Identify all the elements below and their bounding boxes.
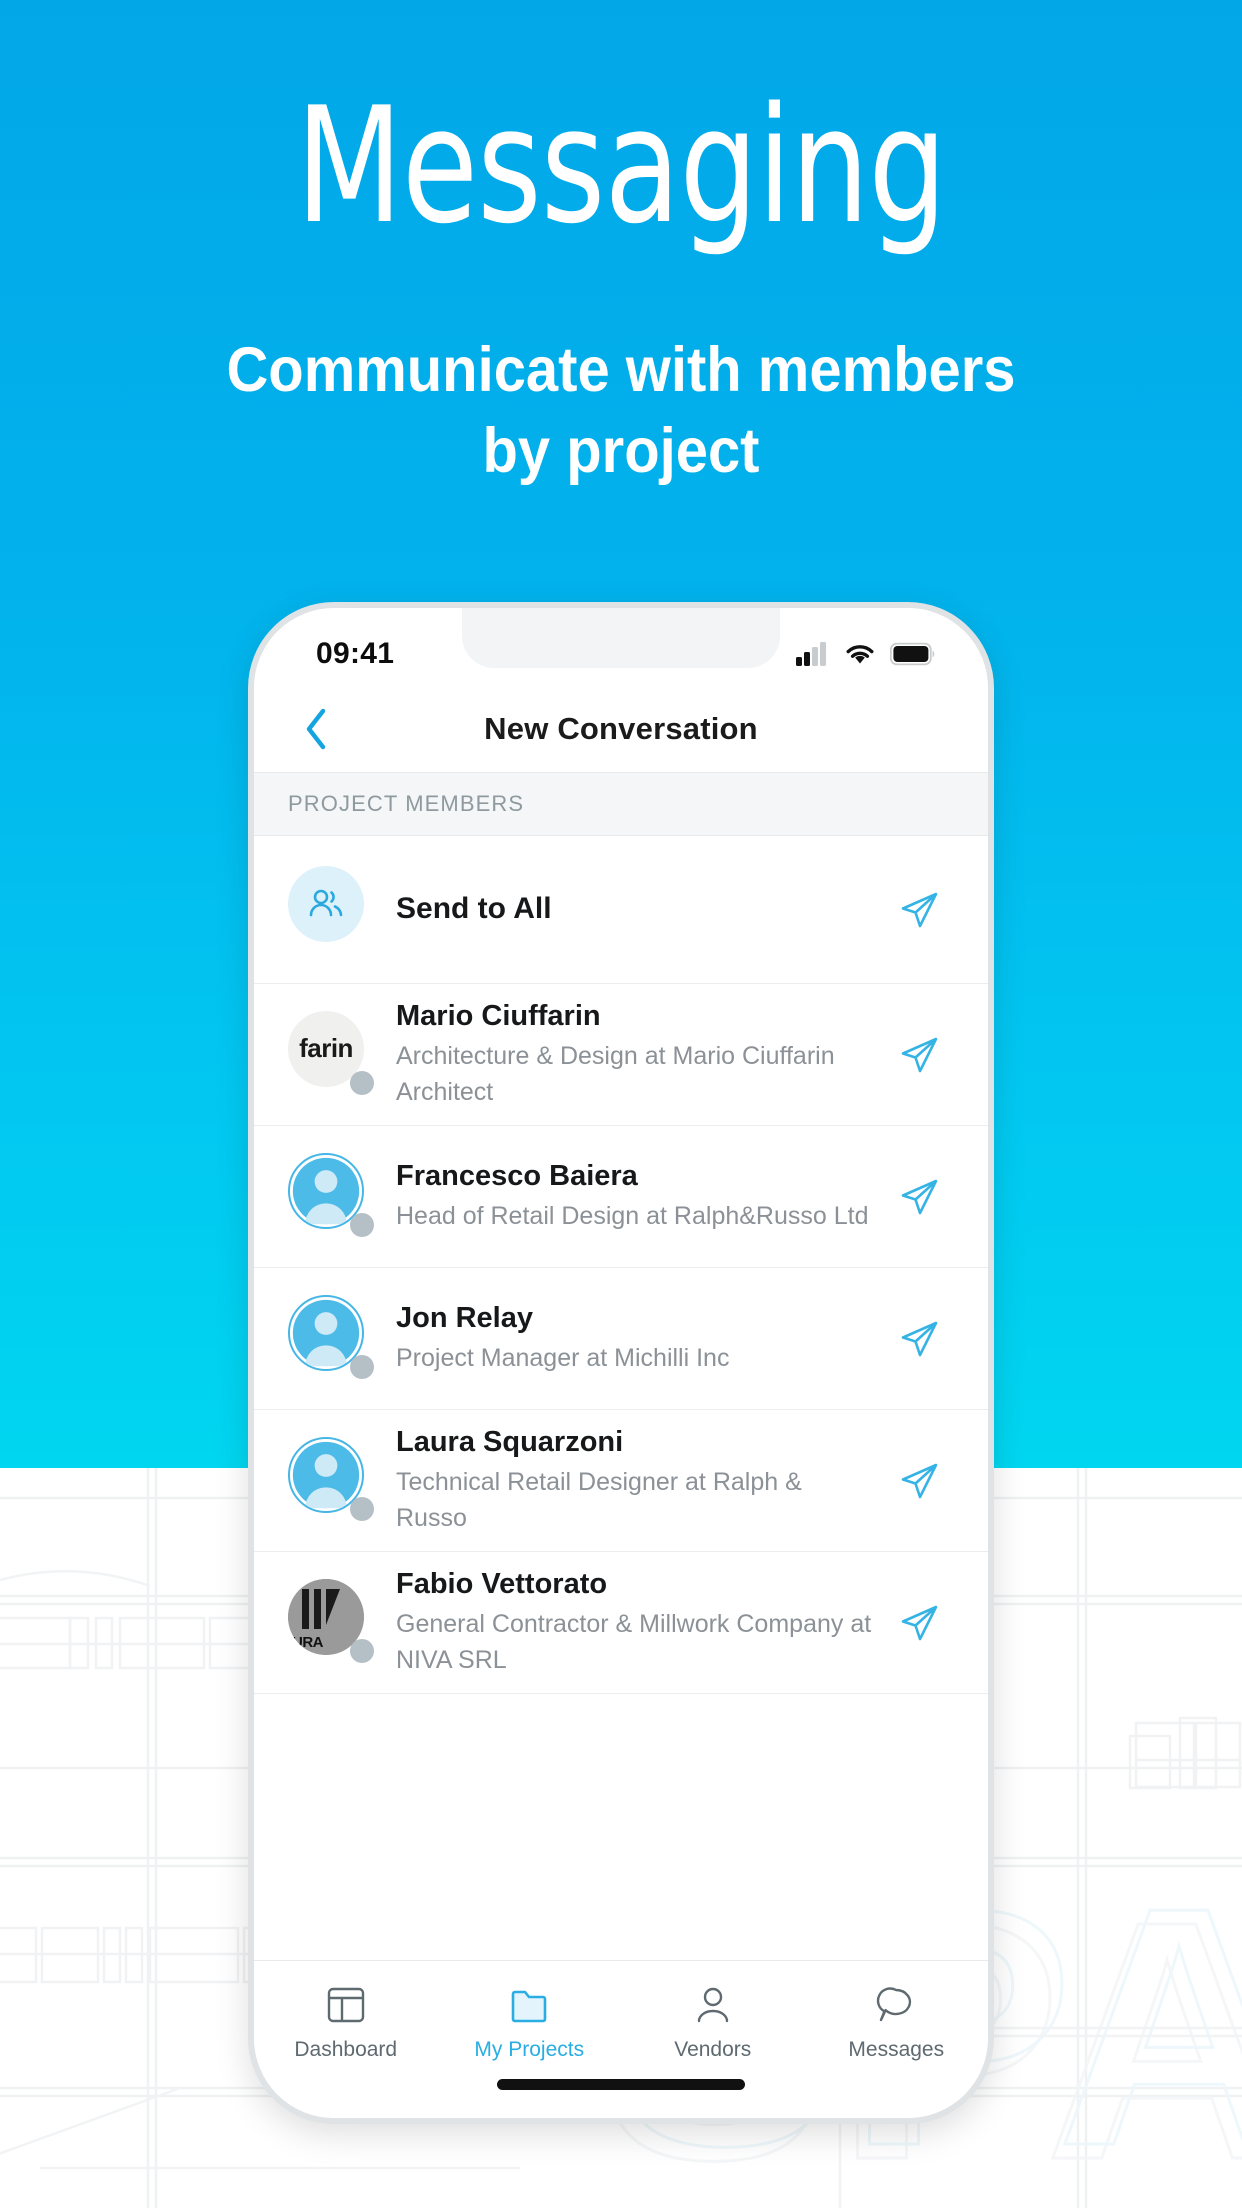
tab-label: My Projects <box>474 2038 585 2061</box>
member-name: Mario Ciuffarin <box>396 999 601 1032</box>
list-item[interactable]: URA Fabio Vettorato General Contractor &… <box>254 1552 988 1694</box>
section-header-label: PROJECT MEMBERS <box>288 791 525 816</box>
member-subtitle: Head of Retail Design at Ralph&Russo Ltd <box>396 1201 869 1230</box>
person-icon <box>697 1987 728 2023</box>
tab-messages[interactable]: Messages <box>805 1983 989 2062</box>
bottom-tab-bar: Dashboard My Projects Vendors Messages <box>254 1960 988 2118</box>
list-item-text: Mario Ciuffarin Architecture & Design at… <box>396 999 884 1110</box>
send-icon <box>901 1321 938 1356</box>
list-empty-space <box>254 1694 988 1820</box>
send-button[interactable] <box>884 887 954 933</box>
member-subtitle: Project Manager at Michilli Inc <box>396 1343 730 1372</box>
avatar-circle <box>288 865 364 942</box>
status-bar-clock: 09:41 <box>316 637 395 670</box>
member-name: Laura Squarzoni <box>396 1425 624 1458</box>
avatar: farin <box>288 1010 376 1099</box>
send-icon <box>901 892 938 927</box>
tab-my-projects[interactable]: My Projects <box>438 1983 622 2062</box>
presence-dot <box>350 1496 374 1521</box>
member-subtitle: Architecture & Design at Mario Ciuffarin… <box>396 1042 835 1106</box>
battery-icon <box>890 642 935 666</box>
screenshot-stage: SPA SPA Messaging Communicate with membe… <box>0 0 1242 2208</box>
tab-vendors[interactable]: Vendors <box>621 1983 805 2062</box>
list-item-text: Laura Squarzoni Technical Retail Designe… <box>396 1425 884 1536</box>
send-button[interactable] <box>884 1174 954 1220</box>
avatar <box>288 1152 376 1241</box>
list-item-text: Fabio Vettorato General Contractor & Mil… <box>396 1567 884 1678</box>
member-name: Jon Relay <box>396 1301 533 1334</box>
send-button[interactable] <box>884 1600 954 1646</box>
list-item-text: Francesco Baiera Head of Retail Design a… <box>396 1159 884 1235</box>
avatar <box>288 865 376 954</box>
avatar-logo-text: URA <box>292 1633 324 1651</box>
avatar <box>288 1294 376 1383</box>
member-name: Fabio Vettorato <box>396 1567 608 1600</box>
list-item[interactable]: Laura Squarzoni Technical Retail Designe… <box>254 1410 988 1552</box>
list-item[interactable]: farin Mario Ciuffarin Architecture & Des… <box>254 984 988 1126</box>
status-bar: 09:41 <box>254 608 988 686</box>
dashboard-icon <box>327 1987 364 2023</box>
presence-dot <box>350 1638 374 1663</box>
group-people-icon <box>309 889 343 916</box>
phone-screen: 09:41 New Conversation PROJECT MEMBERS S… <box>254 608 988 2118</box>
member-subtitle: General Contractor & Millwork Company at… <box>396 1610 872 1674</box>
chat-bubble-icon <box>877 1987 912 2022</box>
avatar: URA <box>288 1578 376 1667</box>
list-item[interactable]: Francesco Baiera Head of Retail Design a… <box>254 1126 988 1268</box>
send-button[interactable] <box>884 1316 954 1362</box>
presence-dot <box>350 1354 374 1379</box>
nav-bar: New Conversation <box>254 686 988 772</box>
tab-label: Messages <box>848 2038 945 2061</box>
tab-label: Vendors <box>674 2038 752 2061</box>
send-button[interactable] <box>884 1032 954 1078</box>
member-subtitle: Technical Retail Designer at Ralph & Rus… <box>396 1468 802 1532</box>
avatar <box>288 1436 376 1525</box>
subtitle-line-1: Communicate with members <box>226 335 1016 405</box>
send-icon <box>901 1037 938 1072</box>
folder-icon <box>511 1990 547 2023</box>
cellular-signal-icon <box>796 642 826 666</box>
phone-mockup: 09:41 New Conversation PROJECT MEMBERS S… <box>248 602 994 2124</box>
list-item-text: Send to All <box>396 891 884 928</box>
send-icon <box>901 1605 938 1640</box>
list-item[interactable]: Send to All <box>254 836 988 984</box>
send-button[interactable] <box>884 1458 954 1504</box>
tab-label: Dashboard <box>294 2038 398 2061</box>
back-button[interactable] <box>288 707 344 751</box>
page-subtitle: Communicate with members by project <box>50 330 1193 491</box>
page-title: Messaging <box>295 72 947 259</box>
member-name: Send to All <box>396 892 552 926</box>
member-name: Francesco Baiera <box>396 1159 638 1192</box>
send-icon <box>901 1179 938 1214</box>
list-item-text: Jon Relay Project Manager at Michilli In… <box>396 1301 884 1377</box>
avatar-logo-text: farin <box>299 1033 353 1063</box>
section-header: PROJECT MEMBERS <box>254 772 988 836</box>
presence-dot <box>350 1212 374 1237</box>
home-indicator <box>497 2079 745 2090</box>
status-bar-icons <box>796 642 936 666</box>
list-item[interactable]: Jon Relay Project Manager at Michilli In… <box>254 1268 988 1410</box>
member-list[interactable]: Send to All farin Mario Ciuffarin Archit… <box>254 836 988 1960</box>
subtitle-line-2: by project <box>482 415 760 486</box>
wifi-icon <box>846 645 874 664</box>
tab-dashboard[interactable]: Dashboard <box>254 1983 438 2062</box>
chevron-left-icon <box>306 708 326 750</box>
nav-title: New Conversation <box>484 711 758 746</box>
presence-dot <box>350 1070 374 1095</box>
send-icon <box>901 1463 938 1498</box>
